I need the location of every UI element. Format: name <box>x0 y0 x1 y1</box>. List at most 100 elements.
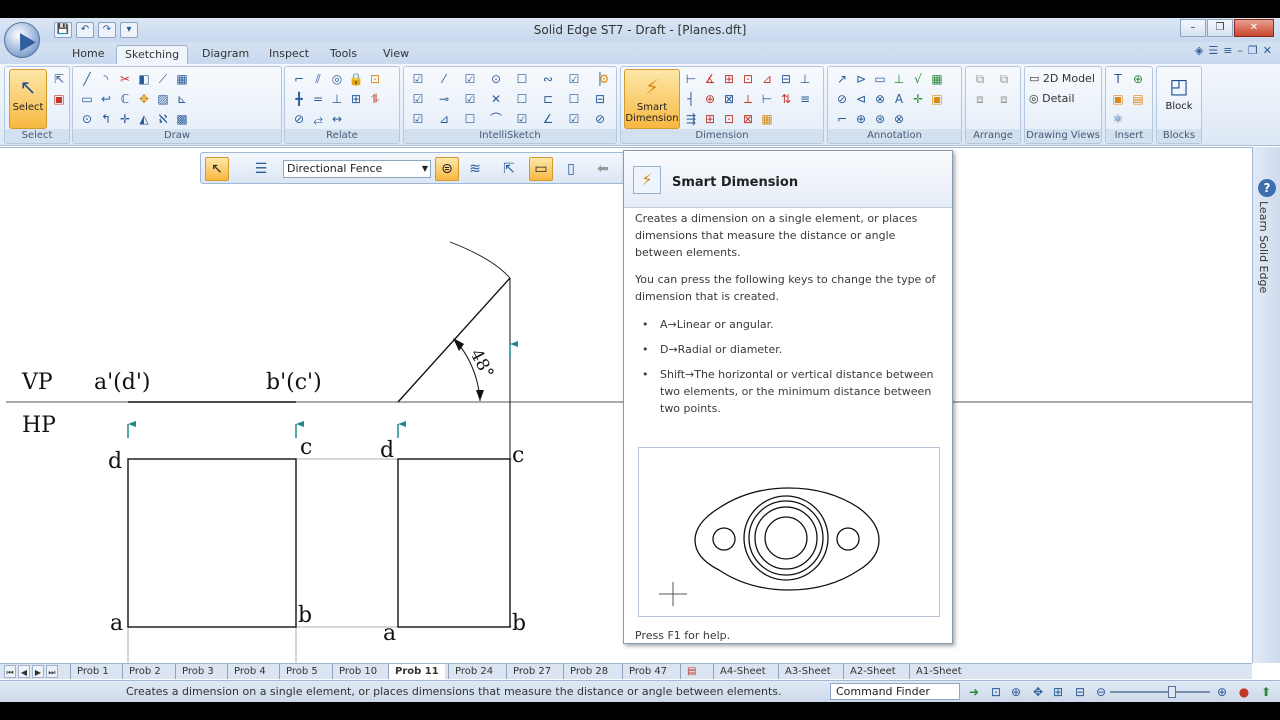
fit-icon[interactable]: ⊞ <box>1050 684 1066 700</box>
note-icon[interactable]: ▭ <box>872 71 888 87</box>
dim-more-icon[interactable]: ⊥ <box>797 71 813 87</box>
zoom-out-icon[interactable]: ⊖ <box>1093 684 1109 700</box>
tab-tools[interactable]: Tools <box>322 45 365 64</box>
top-view-square[interactable] <box>127 458 297 628</box>
fence-mode-select[interactable]: Directional Fence ▼ <box>283 160 431 178</box>
options-icon[interactable]: ≡ <box>1223 44 1232 57</box>
sheet-tab[interactable]: Prob 1 <box>70 664 115 679</box>
parallel-icon[interactable]: ⫽ <box>310 71 326 87</box>
doc-restore-button[interactable]: ❐ <box>1248 44 1258 57</box>
symmetric-dim-icon[interactable]: ⊡ <box>740 71 756 87</box>
auto-dim-icon[interactable]: ⊠ <box>721 91 737 107</box>
send-back-icon[interactable]: ⧉ <box>996 71 1012 87</box>
doc-minimize-button[interactable]: – <box>1237 44 1243 57</box>
text-icon[interactable]: A <box>891 91 907 107</box>
arrow-left-icon[interactable]: ⬅ <box>591 157 615 181</box>
stack-icon[interactable]: ⊢ <box>759 91 775 107</box>
weld-icon[interactable]: ⊥ <box>891 71 907 87</box>
rectangle-icon[interactable]: ▭ <box>79 91 95 107</box>
hyperlink-icon[interactable]: ⊕ <box>1130 71 1146 87</box>
center-icon[interactable]: ⊙ <box>488 71 504 87</box>
next-sheet-icon[interactable]: ▶ <box>32 665 44 678</box>
endpoint-icon[interactable]: ⁄ <box>436 71 452 87</box>
coordinate-icon[interactable]: ℵ <box>155 111 171 127</box>
chamfer-icon[interactable]: ↰ <box>98 111 114 127</box>
sheet-tab[interactable]: Prob 27 <box>506 664 557 679</box>
balloon-icon[interactable]: ⊘ <box>834 91 850 107</box>
sheet-tab[interactable]: Prob 28 <box>563 664 614 679</box>
sheet-tab[interactable]: A4-Sheet <box>713 664 772 679</box>
sheet-tab[interactable]: Prob 2 <box>122 664 167 679</box>
lock-icon[interactable]: 🔒 <box>348 71 364 87</box>
filter-icon[interactable]: ⊜ <box>435 157 459 181</box>
chain-icon[interactable]: ⇶ <box>683 111 699 127</box>
center-mark-icon[interactable]: ✛ <box>910 91 926 107</box>
tab-view[interactable]: View <box>375 45 417 64</box>
relate-more-icon[interactable]: ↔ <box>329 111 345 127</box>
checkbox-icon[interactable]: ☐ <box>514 91 530 107</box>
angle-dimension-text[interactable]: 48° <box>466 346 498 382</box>
upload-icon[interactable]: ⬆ <box>1258 684 1274 700</box>
doc-close-button[interactable]: ✕ <box>1263 44 1272 57</box>
collinear-icon[interactable]: ⊘ <box>291 111 307 127</box>
checkbox-icon[interactable]: ☑ <box>566 71 582 87</box>
tab-home[interactable]: Home <box>64 45 112 64</box>
copy-attr-icon[interactable]: ⊠ <box>740 111 756 127</box>
property-text-icon[interactable]: ▣ <box>929 91 945 107</box>
checkbox-icon[interactable]: ☑ <box>462 71 478 87</box>
sheet-tab[interactable]: Prob 3 <box>175 664 220 679</box>
quadrant-icon[interactable]: ⊘ <box>592 111 608 127</box>
paste-icon[interactable]: ▤ <box>1130 91 1146 107</box>
perpendicular-icon[interactable]: ⊥ <box>329 91 345 107</box>
checkbox-icon[interactable]: ☑ <box>566 111 582 127</box>
concentric-icon[interactable]: ◎ <box>329 71 345 87</box>
sheet-tab[interactable]: Prob 10 <box>332 664 383 679</box>
background-sheet-icon[interactable]: ▤ <box>680 664 702 679</box>
offset-icon[interactable]: ℂ <box>117 91 133 107</box>
move-icon[interactable]: ✥ <box>136 91 152 107</box>
angle-dim-icon[interactable]: ∡ <box>702 71 718 87</box>
tab-diagram[interactable]: Diagram <box>194 45 257 64</box>
chamfer-dim-icon[interactable]: ⊿ <box>759 71 775 87</box>
command-finder-input[interactable]: Command Finder <box>830 683 960 700</box>
layer-icon[interactable]: ≋ <box>463 157 487 181</box>
overlap-fence-icon[interactable]: ▯ <box>559 157 583 181</box>
annotation-more-icon[interactable]: ▦ <box>929 71 945 87</box>
select-options-icon[interactable]: ☰ <box>249 157 273 181</box>
prev-sheet-icon[interactable]: ◀ <box>18 665 30 678</box>
settings-icon[interactable]: ◈ <box>1195 44 1203 57</box>
list-icon[interactable]: ☰ <box>1208 44 1218 57</box>
zoom-area-icon[interactable]: ⊡ <box>988 684 1004 700</box>
sketch-icon[interactable]: ⟋ <box>155 71 171 87</box>
group-objects-icon[interactable]: ⧈ <box>972 91 988 107</box>
rigid-icon[interactable]: ⊞ <box>348 91 364 107</box>
tangent-icon[interactable]: ⥮ <box>367 91 383 107</box>
baseline-icon[interactable]: ⊞ <box>702 111 718 127</box>
tangent-snap-icon[interactable]: ⌒ <box>488 111 504 127</box>
detail-button[interactable]: ◎ Detail <box>1029 90 1075 108</box>
flag-icon[interactable]: ⌐ <box>834 111 850 127</box>
pattern-icon[interactable]: ▦ <box>174 71 190 87</box>
connect-icon[interactable]: ⌐ <box>291 71 307 87</box>
hatch-icon[interactable]: ▨ <box>155 91 171 107</box>
surface-icon[interactable]: √ <box>910 71 926 87</box>
pan-icon[interactable]: ✥ <box>1030 684 1046 700</box>
learn-sidebar[interactable]: ? Learn Solid Edge <box>1252 147 1280 663</box>
2d-model-button[interactable]: ▭ 2D Model <box>1029 70 1095 88</box>
attach-icon[interactable]: ⇅ <box>778 91 794 107</box>
angle-snap-icon[interactable]: ∠ <box>540 111 556 127</box>
target-icon[interactable]: ⊗ <box>872 91 888 107</box>
maintain-icon[interactable]: ⊡ <box>367 71 383 87</box>
ungroup-icon[interactable]: ⧈ <box>996 91 1012 107</box>
swing-arc[interactable] <box>449 241 511 279</box>
zoom-in-icon[interactable]: ⊕ <box>1214 684 1230 700</box>
close-button[interactable]: ✕ <box>1234 19 1274 37</box>
sheet-tab[interactable]: A2-Sheet <box>843 664 902 679</box>
mirror-icon[interactable]: ◭ <box>136 111 152 127</box>
checkbox-icon[interactable]: ☑ <box>462 91 478 107</box>
bolt-hole-icon[interactable]: ⊕ <box>853 111 869 127</box>
zoom-slider[interactable] <box>1110 691 1210 693</box>
bring-front-icon[interactable]: ⧉ <box>972 71 988 87</box>
checkbox-icon[interactable]: ☑ <box>410 91 426 107</box>
table-icon[interactable]: ▦ <box>759 111 775 127</box>
